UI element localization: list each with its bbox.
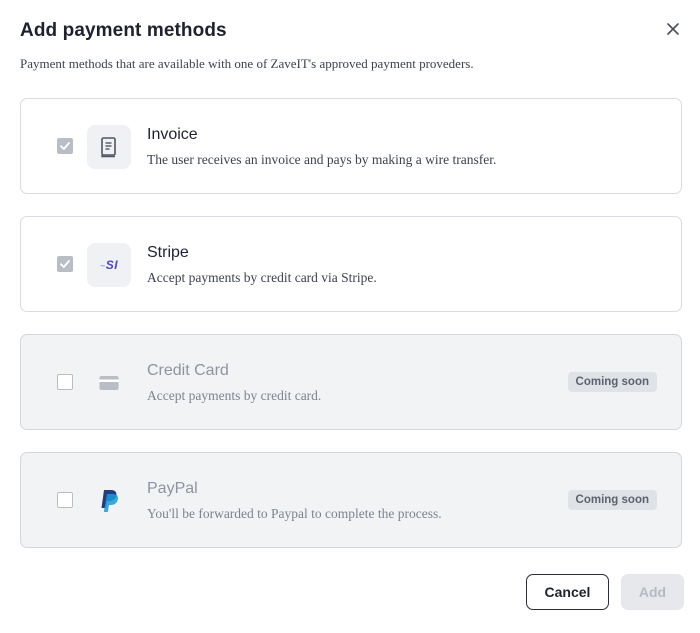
dialog-subtitle: Payment methods that are available with …: [20, 56, 474, 71]
method-title: Credit Card: [147, 362, 229, 379]
add-payment-methods-dialog: Add payment methods Payment methods that…: [0, 0, 700, 633]
close-button[interactable]: [664, 20, 682, 38]
payment-method-stripe[interactable]: ~SI Stripe Accept payments by credit car…: [20, 216, 682, 312]
cancel-button[interactable]: Cancel: [526, 574, 609, 610]
stripe-logo-text: SI: [105, 258, 119, 272]
coming-soon-badge: Coming soon: [567, 490, 657, 510]
add-button[interactable]: Add: [621, 574, 684, 610]
paypal-logo-icon: [87, 479, 131, 523]
payment-method-paypal: PayPal You'll be forwarded to Paypal to …: [20, 452, 682, 548]
method-title: PayPal: [147, 480, 198, 497]
method-description: The user receives an invoice and pays by…: [147, 152, 497, 167]
stripe-checkbox[interactable]: [57, 256, 73, 272]
payment-method-credit-card: Credit Card Accept payments by credit ca…: [20, 334, 682, 430]
invoice-checkbox[interactable]: [57, 138, 73, 154]
paypal-checkbox[interactable]: [57, 492, 73, 508]
dialog-footer: Cancel Add: [526, 574, 684, 610]
dialog-title: Add payment methods: [20, 20, 227, 41]
credit-card-checkbox[interactable]: [57, 374, 73, 390]
receipt-icon: [87, 125, 131, 169]
checkmark-icon: [60, 260, 70, 268]
coming-soon-badge: Coming soon: [567, 372, 657, 392]
payment-method-invoice[interactable]: Invoice The user receives an invoice and…: [20, 98, 682, 194]
method-title: Stripe: [147, 244, 189, 261]
close-icon: [667, 23, 679, 35]
method-description: Accept payments by credit card.: [147, 388, 322, 403]
checkmark-icon: [60, 142, 70, 150]
method-description: Accept payments by credit card via Strip…: [147, 270, 377, 285]
method-description: You'll be forwarded to Paypal to complet…: [147, 506, 442, 521]
stripe-logo-icon: ~SI: [87, 243, 131, 287]
credit-card-icon: [87, 361, 131, 405]
method-title: Invoice: [147, 126, 198, 143]
